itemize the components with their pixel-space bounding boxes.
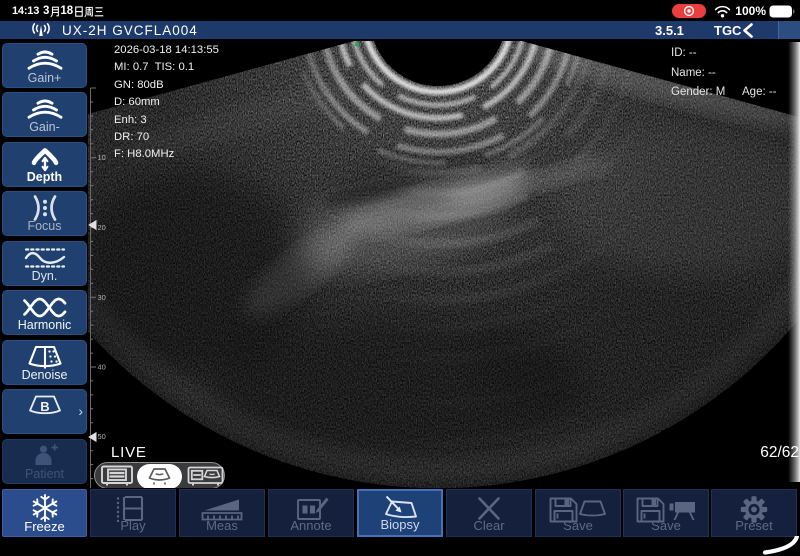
svg-text:40: 40: [98, 363, 106, 372]
svg-text:B: B: [40, 399, 49, 414]
svg-text:50: 50: [98, 432, 106, 441]
svg-text:20: 20: [98, 223, 106, 232]
svg-text:30: 30: [98, 293, 106, 302]
svg-text:10: 10: [98, 153, 106, 162]
